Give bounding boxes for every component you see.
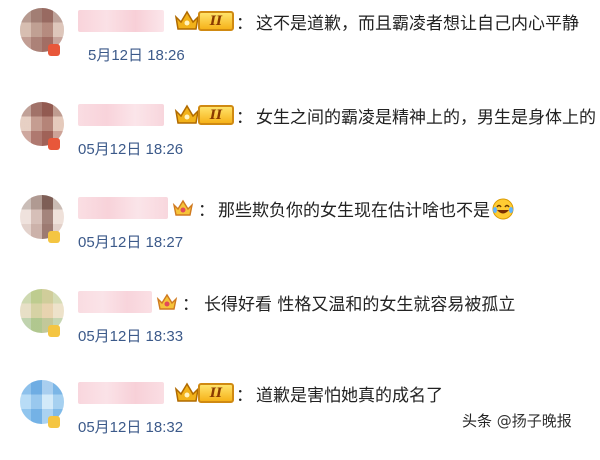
member-badge-icon [48, 325, 60, 337]
level-badge: II [198, 105, 234, 125]
username-blurred[interactable] [78, 197, 168, 219]
comment-text: 那些欺负你的女生现在估计啥也不是 [218, 196, 514, 221]
comment-item: ： 长得好看 性格又温和的女生就容易被孤立 05月12日 18:33 [0, 281, 600, 369]
verified-badge-icon [48, 44, 60, 56]
vip-badge [156, 289, 178, 315]
comment-text: 道歉是害怕她真的成名了 [256, 386, 443, 406]
comment-item: II ： 女生之间的霸凌是精神上的，男生是身体上的 05月12日 18:26 [0, 94, 600, 182]
crown-icon [174, 382, 200, 402]
vip-badge: II [174, 380, 234, 406]
watermark-source: 头条 [462, 412, 493, 430]
small-crown-icon [156, 293, 178, 310]
timestamp: 05月12日 18:27 [78, 234, 184, 251]
comment-text: 长得好看 性格又温和的女生就容易被孤立 [204, 295, 516, 315]
watermark-handle: @扬子晚报 [496, 412, 572, 430]
colon: ： [236, 14, 253, 34]
crown-icon [174, 10, 200, 30]
source-watermark: 头条 @扬子晚报 [462, 410, 572, 431]
timestamp: 05月12日 18:32 [78, 419, 184, 436]
level-badge: II [198, 11, 234, 31]
username-blurred[interactable] [78, 104, 164, 126]
timestamp: 5月12日 18:26 [88, 47, 185, 64]
username-blurred[interactable] [78, 291, 152, 313]
username-blurred[interactable] [78, 382, 164, 404]
comment-text: 女生之间的霸凌是精神上的，男生是身体上的 [256, 108, 596, 128]
username-blurred[interactable] [78, 10, 164, 32]
member-badge-icon [48, 416, 60, 428]
verified-badge-icon [48, 138, 60, 150]
timestamp: 05月12日 18:33 [78, 328, 184, 345]
member-badge-icon [48, 231, 60, 243]
comment-item: II ： 这不是道歉，而且霸凌者想让自己内心平静 5月12日 18:26 [0, 0, 600, 88]
colon: ： [236, 386, 253, 406]
colon: ： [182, 295, 199, 315]
laughing-crying-emoji [492, 198, 514, 220]
colon: ： [236, 108, 253, 128]
vip-badge: II [174, 102, 234, 128]
level-badge: II [198, 383, 234, 403]
colon: ： [198, 201, 215, 221]
small-crown-icon [172, 199, 194, 216]
comment-text: 这不是道歉，而且霸凌者想让自己内心平静 [256, 14, 579, 34]
timestamp: 05月12日 18:26 [78, 141, 184, 158]
vip-badge: II [174, 8, 234, 34]
crown-icon [174, 104, 200, 124]
comment-item: ： 那些欺负你的女生现在估计啥也不是 05月12日 18:27 [0, 187, 600, 275]
vip-badge [172, 195, 194, 221]
